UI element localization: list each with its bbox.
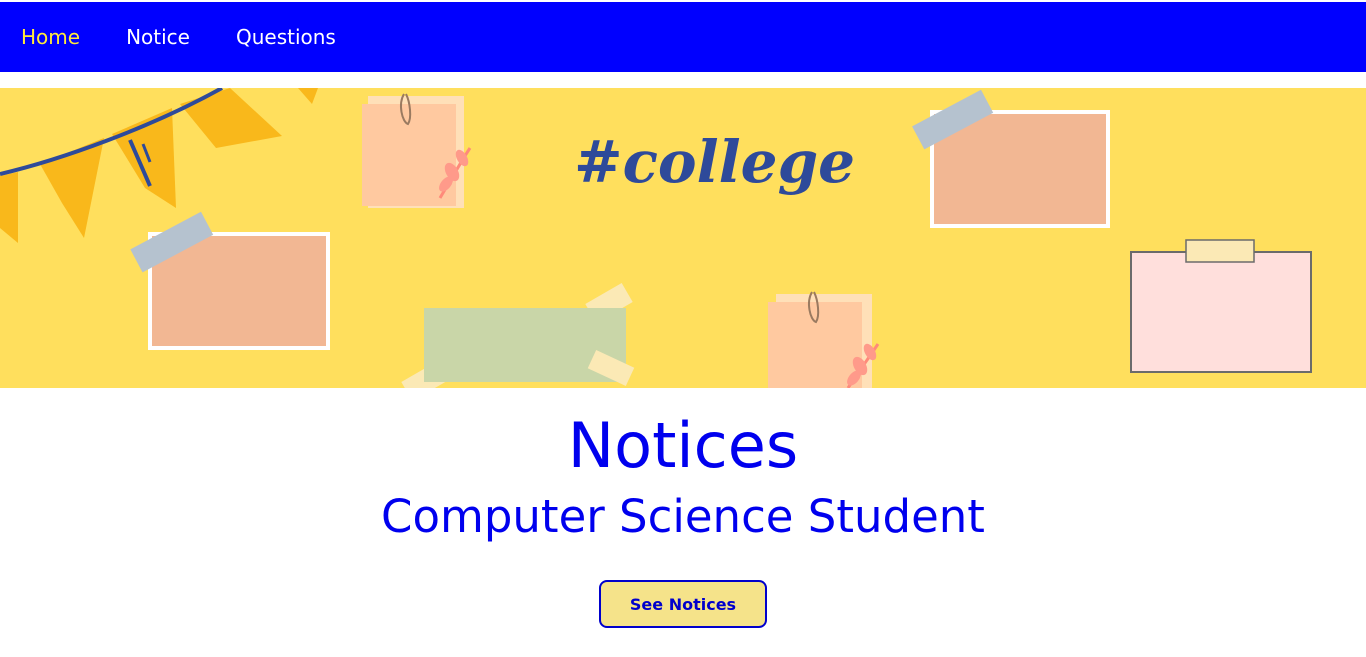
torn-paper-left (130, 211, 330, 350)
green-paper-note (401, 282, 635, 388)
nav-questions-link[interactable]: Questions (236, 27, 336, 47)
torn-paper-top-right (912, 89, 1110, 228)
sticky-note-top-left (362, 93, 472, 208)
nav-home-link[interactable]: Home (21, 27, 80, 47)
college-hashtag-text: #college (574, 128, 855, 196)
college-banner-illustration: #college (0, 88, 1312, 388)
nav-notice-link[interactable]: Notice (126, 27, 190, 47)
pink-note-right (1130, 239, 1312, 373)
page-subtitle: Computer Science Student (381, 490, 985, 543)
sticky-note-bottom (768, 291, 880, 388)
top-navbar: Home Notice Questions (0, 2, 1366, 72)
college-banner: #college (0, 88, 1366, 388)
see-notices-button[interactable]: See Notices (599, 580, 767, 628)
page-title: Notices (567, 409, 799, 482)
bunting-decoration (0, 88, 318, 243)
